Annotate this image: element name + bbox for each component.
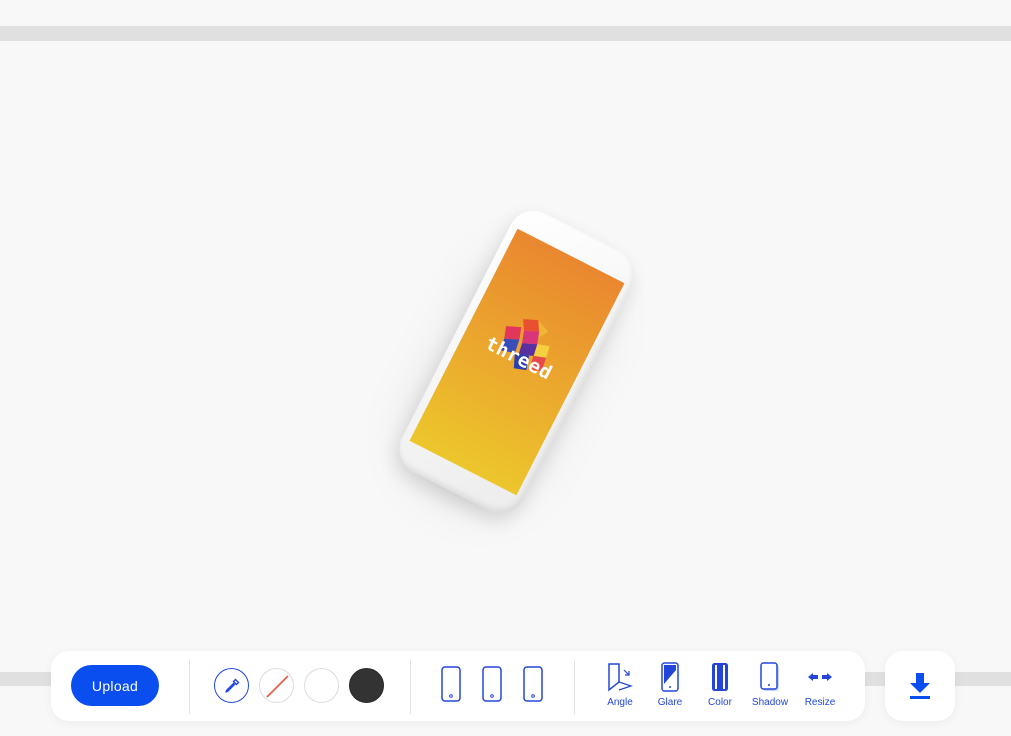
color-tool[interactable]: Color (698, 661, 742, 713)
eyedropper-swatch[interactable] (214, 668, 249, 703)
phone-body: threed (390, 201, 644, 523)
no-color-swatch[interactable] (259, 668, 294, 703)
phone-portrait-icon[interactable] (523, 666, 543, 702)
phone-portrait-icon[interactable] (441, 666, 461, 702)
shadow-icon (760, 662, 779, 691)
shadow-label: Shadow (751, 697, 789, 708)
phone-mockup[interactable]: threed (371, 201, 644, 525)
glare-tool[interactable]: Glare (648, 661, 692, 713)
canvas-top-band (0, 26, 1011, 41)
phone-portrait-icon[interactable] (482, 666, 502, 702)
color-label: Color (708, 697, 732, 708)
eyedropper-icon (224, 678, 239, 693)
download-button[interactable] (885, 651, 955, 721)
phone-screen: threed (409, 228, 625, 496)
download-icon (910, 673, 930, 699)
resize-label: Resize (804, 697, 836, 708)
glare-icon (661, 662, 679, 692)
no-color-icon (266, 675, 289, 698)
white-swatch[interactable] (304, 668, 339, 703)
toolbar-divider (189, 659, 190, 714)
color-icon (712, 663, 728, 691)
shadow-tool[interactable]: Shadow (748, 661, 792, 713)
glare-label: Glare (657, 697, 683, 708)
angle-tool[interactable]: Angle (598, 661, 642, 713)
toolbar: Upload Angle Glare Color Shadow Resize (51, 651, 865, 721)
angle-label: Angle (607, 697, 633, 708)
black-swatch[interactable] (349, 668, 384, 703)
angle-icon (608, 663, 633, 692)
resize-icon (808, 673, 832, 681)
toolbar-divider (410, 659, 411, 714)
toolbar-divider (574, 659, 575, 714)
upload-button[interactable]: Upload (71, 665, 159, 706)
resize-tool[interactable]: Resize (798, 661, 842, 713)
